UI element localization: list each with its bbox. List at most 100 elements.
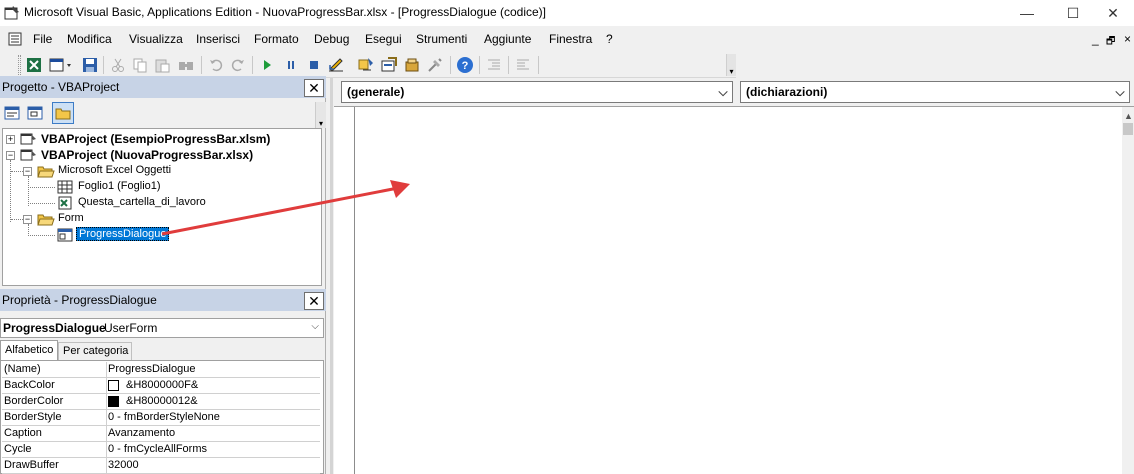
collapse-toggle[interactable]: − (23, 215, 32, 224)
menu-esegui[interactable]: Esegui (365, 32, 402, 46)
help-icon[interactable]: ? (456, 56, 474, 74)
project-toolbar-overflow[interactable]: ▾ (315, 102, 326, 128)
code-margin-line (354, 107, 355, 474)
mdi-close-button[interactable]: × (1124, 32, 1131, 46)
collapse-toggle[interactable]: − (6, 151, 15, 160)
undo-icon[interactable] (207, 56, 225, 74)
menu-help[interactable]: ? (606, 32, 613, 46)
insert-userform-icon[interactable] (48, 56, 74, 74)
userform-icon (57, 228, 73, 242)
object-combo[interactable]: (generale) ⌵ (341, 81, 733, 103)
tab-alfabetico[interactable]: Alfabetico (0, 340, 58, 360)
project-pane-close-button[interactable]: ✕ (304, 79, 324, 97)
scroll-up-icon[interactable]: ▲ (1124, 111, 1133, 121)
pane-splitter[interactable] (330, 78, 333, 474)
chevron-down-icon: ⌵ (718, 85, 728, 99)
object-selector-dropdown[interactable]: ProgressDialogue UserForm ⌵ (0, 318, 324, 338)
menu-debug[interactable]: Debug (314, 32, 349, 46)
vba-project-icon (20, 149, 36, 161)
scrollbar-thumb[interactable] (1123, 123, 1133, 135)
toolbar-separator (538, 56, 539, 74)
property-value: ProgressDialogue (108, 363, 196, 375)
properties-icon[interactable] (380, 56, 398, 74)
collapse-toggle[interactable]: − (23, 167, 32, 176)
expand-toggle[interactable]: + (6, 135, 15, 144)
outdent-icon[interactable] (514, 56, 532, 74)
indent-icon[interactable] (485, 56, 503, 74)
property-value: &H80000012& (126, 395, 198, 407)
chevron-down-icon: ⌵ (1115, 85, 1125, 99)
menu-strumenti[interactable]: Strumenti (416, 32, 467, 46)
color-swatch (108, 380, 119, 391)
toggle-folders-button[interactable] (52, 102, 74, 124)
toolbox-icon[interactable] (426, 56, 444, 74)
tree-item-project1[interactable]: VBAProject (EsempioProgressBar.xlsm) (41, 132, 270, 146)
folder-open-icon (37, 214, 55, 226)
property-row[interactable]: BorderColor &H80000012& (2, 394, 320, 410)
tree-item-forms[interactable]: Form (58, 212, 84, 224)
menu-inserisci[interactable]: Inserisci (196, 32, 240, 46)
module-icon[interactable] (8, 32, 22, 46)
workbook-icon (58, 196, 72, 210)
menu-file[interactable]: File (33, 32, 52, 46)
property-name: DrawBuffer (4, 459, 59, 471)
code-editor[interactable] (334, 106, 1134, 474)
vba-app-icon (4, 6, 19, 20)
menu-aggiunte[interactable]: Aggiunte (484, 32, 531, 46)
tree-item-excel-objects[interactable]: Microsoft Excel Oggetti (58, 164, 171, 176)
property-name: BorderStyle (4, 411, 62, 423)
mdi-restore-button[interactable]: 🗗 (1106, 34, 1115, 51)
object-browser-icon[interactable] (403, 56, 421, 74)
toolbar-grip[interactable] (18, 55, 21, 75)
tree-item-sheet1[interactable]: Foglio1 (Foglio1) (78, 180, 161, 192)
vertical-scrollbar[interactable]: ▲ (1122, 107, 1134, 474)
procedure-combo[interactable]: (dichiarazioni) ⌵ (740, 81, 1130, 103)
tree-item-project2[interactable]: VBAProject (NuovaProgressBar.xlsx) (41, 148, 253, 162)
find-icon[interactable] (177, 56, 195, 74)
view-object-button[interactable] (25, 103, 45, 123)
property-name: (Name) (4, 363, 41, 375)
window-title: Microsoft Visual Basic, Applications Edi… (24, 5, 546, 19)
properties-pane-close-button[interactable]: ✕ (304, 292, 324, 310)
redo-icon[interactable] (229, 56, 247, 74)
property-row[interactable]: Cycle 0 - fmCycleAllForms (2, 442, 320, 458)
title-bar: Microsoft Visual Basic, Applications Edi… (0, 0, 1134, 26)
cut-icon[interactable] (109, 56, 127, 74)
toolbar-separator (450, 56, 451, 74)
break-icon[interactable] (282, 56, 300, 74)
view-code-button[interactable] (2, 103, 22, 123)
copy-icon[interactable] (131, 56, 149, 74)
menu-visualizza[interactable]: Visualizza (129, 32, 183, 46)
menu-finestra[interactable]: Finestra (549, 32, 592, 46)
design-mode-icon[interactable] (327, 56, 345, 74)
minimize-button[interactable]: — (1004, 0, 1050, 26)
object-combo-value: (generale) (347, 85, 405, 99)
project-explorer-icon[interactable] (357, 56, 375, 74)
folder-open-icon (37, 166, 55, 178)
toolbar-separator (508, 56, 509, 74)
vba-project-icon (20, 133, 36, 145)
run-icon[interactable] (258, 56, 276, 74)
property-name: Cycle (4, 443, 32, 455)
property-value: 0 - fmCycleAllForms (108, 443, 208, 455)
reset-icon[interactable] (305, 56, 323, 74)
close-button[interactable]: ✕ (1090, 0, 1134, 26)
tree-item-form-selected[interactable]: ProgressDialogue (76, 227, 170, 241)
save-icon[interactable] (81, 56, 99, 74)
toolbar-separator (201, 56, 202, 74)
menu-formato[interactable]: Formato (254, 32, 299, 46)
property-name: BackColor (4, 379, 55, 391)
property-row[interactable]: Caption Avanzamento (2, 426, 320, 442)
property-row[interactable]: DrawBuffer 32000 (2, 458, 320, 474)
paste-icon[interactable] (153, 56, 171, 74)
property-row[interactable]: BorderStyle 0 - fmBorderStyleNone (2, 410, 320, 426)
mdi-minimize-button[interactable]: _ (1092, 32, 1099, 46)
excel-view-icon[interactable] (25, 56, 43, 74)
property-row[interactable]: BackColor &H8000000F& (2, 378, 320, 394)
property-name: BorderColor (4, 395, 64, 407)
menu-modifica[interactable]: Modifica (67, 32, 112, 46)
property-row[interactable]: (Name) ProgressDialogue (2, 362, 320, 378)
toolbar-separator (479, 56, 480, 74)
tab-per-categoria[interactable]: Per categoria (58, 342, 132, 360)
toolbar-overflow-button[interactable]: ▾ (726, 54, 736, 76)
